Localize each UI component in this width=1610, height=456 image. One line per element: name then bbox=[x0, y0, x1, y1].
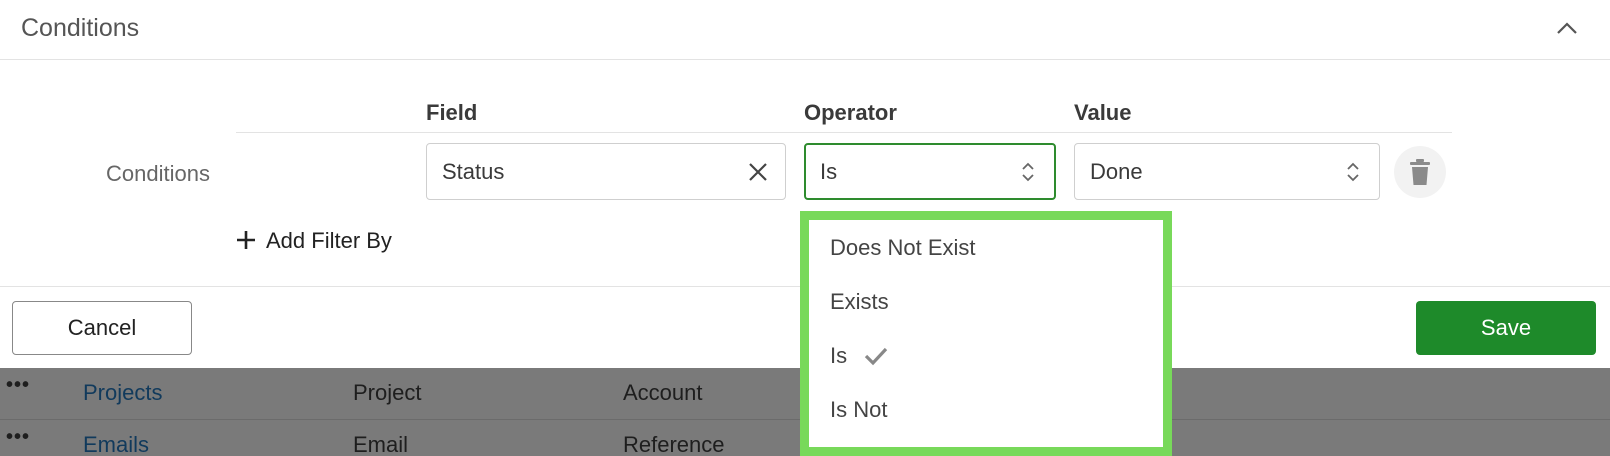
value-column-header: Value bbox=[1074, 100, 1132, 125]
menu-item-exists[interactable]: Exists bbox=[809, 274, 1163, 328]
field-select[interactable]: Status bbox=[426, 143, 786, 200]
checkmark-icon bbox=[864, 347, 888, 366]
plus-icon bbox=[237, 231, 255, 249]
menu-item-label: Does Not Exist bbox=[830, 235, 976, 260]
chevron-up-icon bbox=[1557, 22, 1577, 34]
operator-select[interactable]: Is bbox=[804, 143, 1056, 200]
delete-condition-button[interactable] bbox=[1394, 146, 1446, 198]
menu-item-does-not-exist[interactable]: Does Not Exist bbox=[809, 220, 1163, 274]
list-item-name: Emails bbox=[83, 432, 150, 456]
collapse-button[interactable] bbox=[1552, 14, 1582, 44]
cancel-button[interactable]: Cancel bbox=[12, 301, 192, 355]
divider bbox=[236, 132, 1452, 133]
save-button[interactable]: Save bbox=[1416, 301, 1596, 355]
list-item-account: Account bbox=[623, 380, 703, 405]
menu-item-label: Is Not bbox=[830, 397, 888, 422]
menu-item-is-not[interactable]: Is Not bbox=[809, 382, 1163, 436]
field-column-header: Field bbox=[426, 100, 478, 125]
value-select-value: Done bbox=[1090, 159, 1143, 184]
panel-title: Conditions bbox=[21, 14, 140, 42]
more-icon: ••• bbox=[6, 374, 31, 396]
list-item-account: Reference bbox=[623, 432, 725, 456]
menu-item-label: Is bbox=[830, 343, 848, 368]
menu-item-is[interactable]: Is bbox=[809, 328, 1163, 382]
list-item-name: Projects bbox=[83, 380, 163, 405]
operator-column-header: Operator bbox=[804, 100, 897, 125]
operator-select-value: Is bbox=[820, 159, 838, 184]
value-select[interactable]: Done bbox=[1074, 143, 1380, 200]
list-item-type: Email bbox=[353, 432, 409, 456]
trash-icon bbox=[1410, 159, 1430, 185]
list-item-type: Project bbox=[353, 380, 422, 405]
operator-dropdown-menu: Does Not Exist Exists Is Is Not bbox=[800, 211, 1172, 456]
conditions-label: Conditions bbox=[106, 161, 210, 186]
more-icon: ••• bbox=[6, 426, 31, 448]
clear-icon[interactable] bbox=[746, 160, 770, 184]
menu-item-label: Exists bbox=[830, 289, 889, 314]
sort-arrows-icon bbox=[1018, 159, 1042, 183]
add-filter-label: Add Filter By bbox=[266, 228, 392, 253]
field-select-value: Status bbox=[442, 159, 505, 184]
panel-header: Conditions bbox=[0, 0, 1610, 60]
sort-arrows-icon bbox=[1343, 159, 1367, 183]
